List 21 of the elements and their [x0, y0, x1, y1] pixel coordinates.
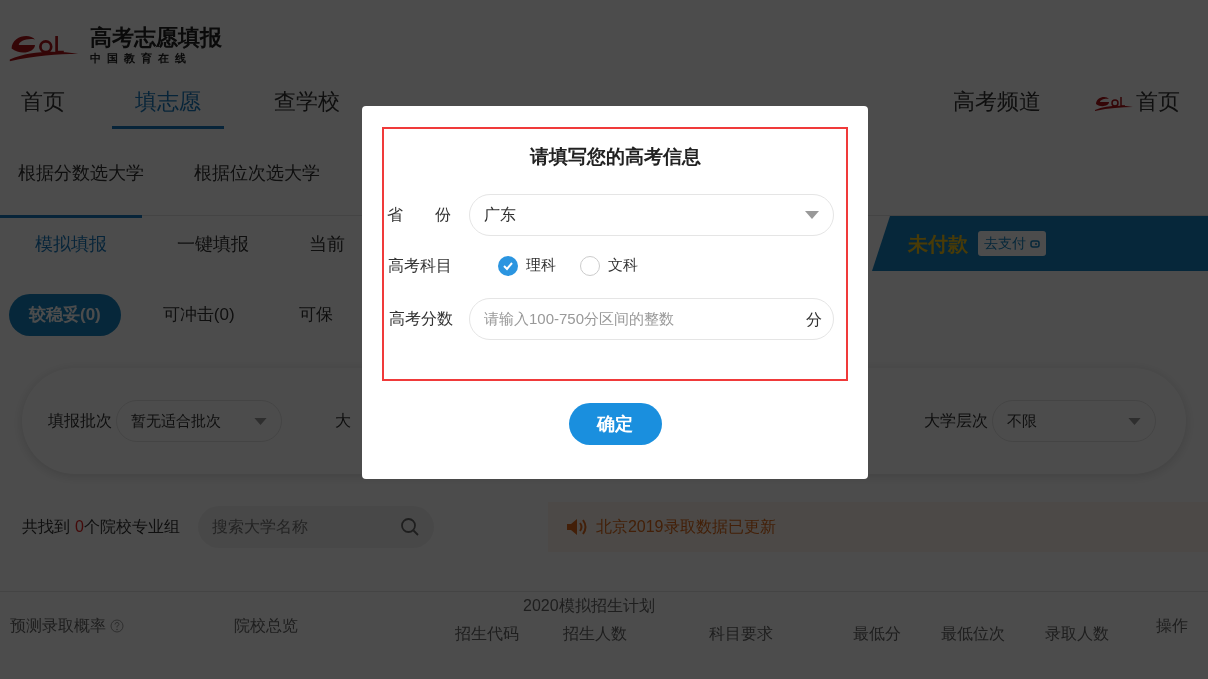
category-pill[interactable]: 可冲击(0)	[140, 293, 257, 336]
field-label: 省 份	[387, 204, 452, 225]
results-label: 个院校专业组	[83, 516, 180, 537]
site-subtitle: 中国教育在线	[90, 51, 193, 66]
site-title: 高考志愿填报	[90, 24, 222, 52]
notice-text: 北京2019录取数据已更新	[595, 516, 776, 537]
field-label: 高考分数	[389, 308, 454, 329]
unit-label: 分	[806, 309, 822, 330]
filter-label: 大	[335, 411, 351, 431]
subject-radio[interactable]: 文科	[580, 254, 638, 277]
field-label: 高考科目	[388, 255, 453, 276]
results-label: 共找到	[22, 516, 70, 537]
subject-radio[interactable]: 理科	[498, 254, 556, 277]
filter-label: 填报批次	[48, 411, 112, 431]
modal-title: 请填写您的高考信息	[528, 145, 702, 169]
payment-status: 未付款	[908, 231, 968, 257]
filter-label: 大学层次	[924, 411, 988, 431]
confirm-button[interactable]: 确定	[568, 403, 662, 445]
dropdown-caret-icon	[805, 210, 819, 219]
results-count: 0	[75, 516, 84, 537]
category-pill[interactable]: 可保	[276, 293, 355, 336]
